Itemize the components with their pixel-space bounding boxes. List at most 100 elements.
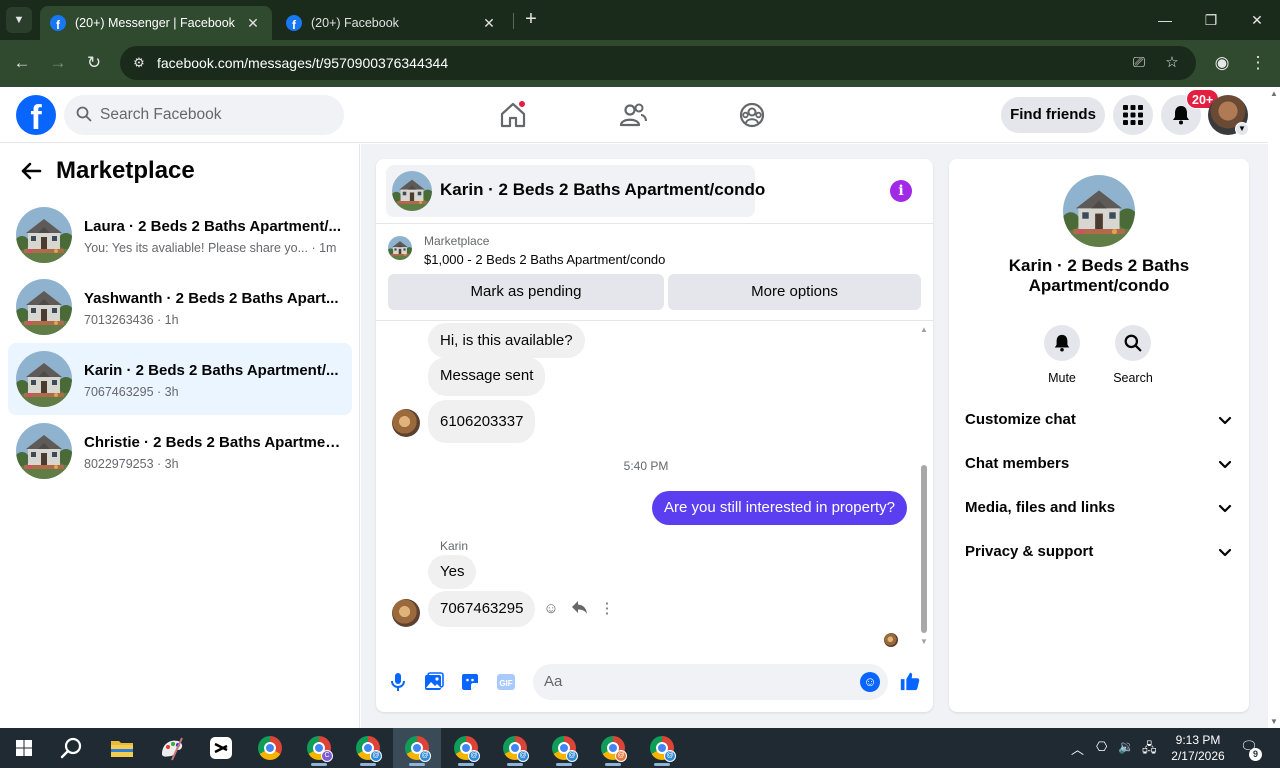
chrome-profile-icon[interactable]: @ <box>599 734 627 762</box>
reload-icon[interactable]: ↻ <box>82 51 106 75</box>
message-input[interactable]: Aa ☺ <box>533 664 888 700</box>
listing-title[interactable]: $1,000 - 2 Beds 2 Baths Apartment/condo <box>424 252 665 267</box>
search-icon[interactable] <box>58 734 86 762</box>
mark-as-pending-button[interactable]: Mark as pending <box>388 274 664 310</box>
paint-app-icon[interactable] <box>158 734 186 762</box>
new-tab-button[interactable]: + <box>520 8 542 30</box>
tab-close-icon[interactable]: ✕ <box>244 15 262 32</box>
search-icon <box>1115 325 1151 361</box>
minimize-icon[interactable]: — <box>1150 8 1180 32</box>
conversation-info-panel: Karin · 2 Beds 2 Baths Apartment/condo M… <box>949 159 1249 712</box>
back-icon[interactable]: ← <box>10 51 34 75</box>
chrome-profile-icon[interactable]: @ <box>648 734 676 762</box>
chrome-profile-icon[interactable]: @ <box>354 734 382 762</box>
mute-button[interactable]: Mute <box>1032 325 1092 385</box>
message-composer: GIF Aa ☺ <box>376 659 933 705</box>
page-scrollbar[interactable]: ▲ ▼ <box>1268 87 1280 728</box>
conversation-item[interactable]: Laura · 2 Beds 2 Baths Apartment/... You:… <box>8 199 352 271</box>
scroll-thumb[interactable] <box>921 465 927 633</box>
message-bubble[interactable]: Yes <box>428 555 477 589</box>
show-hidden-icons-icon[interactable]: ︿ <box>1071 739 1084 758</box>
forward-icon[interactable]: → <box>46 51 70 75</box>
chevron-down-icon[interactable]: ▼ <box>1235 122 1249 136</box>
info-section-chat-members[interactable]: Chat members <box>957 442 1241 486</box>
chat-scrollbar[interactable]: ▲ ▼ <box>919 325 929 647</box>
search-box[interactable]: Search Facebook <box>64 95 344 135</box>
message-bubble[interactable]: Hi, is this available? <box>428 323 585 358</box>
network-icon[interactable]: 🖧 <box>1142 739 1157 761</box>
scroll-down-icon[interactable]: ▼ <box>919 637 929 647</box>
clock[interactable]: 9:13 PM 2/17/2026 <box>1160 732 1236 764</box>
tab-facebook[interactable]: f (20+) Facebook ✕ <box>276 6 508 40</box>
listing-thumbnail <box>388 236 412 260</box>
browser-menu-icon[interactable]: ⋮ <box>1246 51 1270 75</box>
message-bubble[interactable]: Are you still interested in property? <box>652 491 907 525</box>
chat-header[interactable]: Karin · 2 Beds 2 Baths Apartment/condo <box>386 165 765 217</box>
emoji-icon[interactable]: ☺ <box>860 672 880 692</box>
info-section-privacy-support[interactable]: Privacy & support <box>957 530 1241 574</box>
facebook-favicon-icon: f <box>50 15 66 31</box>
message-bubble[interactable]: Message sent <box>428 357 546 396</box>
tab-separator <box>513 13 514 29</box>
scroll-up-icon[interactable]: ▲ <box>919 325 929 335</box>
avatar[interactable] <box>392 409 420 437</box>
tab-messenger[interactable]: f (20+) Messenger | Facebook ✕ <box>40 6 272 40</box>
address-bar[interactable]: ⚙ facebook.com/messages/t/95709003763443… <box>120 46 1196 80</box>
bookmark-star-icon[interactable]: ☆ <box>1162 53 1182 73</box>
thumbs-up-icon[interactable] <box>899 670 923 694</box>
mute-label: Mute <box>1048 371 1076 385</box>
info-icon[interactable]: i <box>890 180 912 202</box>
capcut-icon[interactable] <box>207 734 235 762</box>
chevron-down-icon <box>1217 500 1233 516</box>
search-conversation-button[interactable]: Search <box>1103 325 1163 385</box>
tab-close-icon[interactable]: ✕ <box>480 15 498 32</box>
sticker-icon[interactable] <box>459 671 481 693</box>
groups-nav-icon[interactable] <box>736 99 768 131</box>
more-options-button[interactable]: More options <box>668 274 921 310</box>
running-indicator <box>311 763 327 766</box>
reply-icon[interactable] <box>570 600 588 618</box>
scroll-down-icon[interactable]: ▼ <box>1270 717 1278 726</box>
restore-icon[interactable]: ❐ <box>1196 8 1226 32</box>
sender-name: Karin <box>440 539 469 553</box>
chrome-profile-icon[interactable]: C <box>305 734 333 762</box>
photo-icon[interactable] <box>423 671 445 693</box>
find-friends-button[interactable]: Find friends <box>1001 97 1105 133</box>
conversation-name: Laura · 2 Beds 2 Baths Apartment/... <box>84 218 342 235</box>
chrome-profile-icon[interactable]: @ <box>550 734 578 762</box>
volume-icon[interactable]: 🔉 <box>1118 739 1134 755</box>
install-app-icon[interactable]: ⎚ <box>1129 53 1149 73</box>
message-bubble[interactable]: 6106203337 <box>428 400 536 443</box>
windows-start-icon[interactable] <box>10 734 38 762</box>
tab-search-button[interactable]: ▼ <box>6 7 32 33</box>
menu-grid-button[interactable] <box>1113 95 1153 135</box>
search-input[interactable]: Search Facebook <box>100 106 222 124</box>
conversation-item[interactable]: Yashwanth · 2 Beds 2 Baths Apart... 70132… <box>8 271 352 343</box>
more-actions-icon[interactable]: ⋮ <box>598 600 616 618</box>
profile-icon[interactable]: ◉ <box>1210 51 1234 75</box>
home-nav-icon[interactable] <box>497 99 529 131</box>
profile-badge: @ <box>468 750 480 762</box>
conversation-item[interactable]: Christie · 2 Beds 2 Baths Apartmen... 802… <box>8 415 352 487</box>
scroll-up-icon[interactable]: ▲ <box>1270 89 1278 98</box>
close-window-icon[interactable]: ✕ <box>1242 8 1272 32</box>
chrome-profile-icon[interactable]: @ <box>501 734 529 762</box>
gif-icon[interactable]: GIF <box>495 671 517 693</box>
back-arrow-icon[interactable] <box>20 160 44 184</box>
meet-now-icon[interactable]: ⎔ <box>1096 739 1107 755</box>
conversation-item[interactable]: Karin · 2 Beds 2 Baths Apartment/... 7067… <box>8 343 352 415</box>
info-section-media-files-and-links[interactable]: Media, files and links <box>957 486 1241 530</box>
message-bubble[interactable]: 7067463295 <box>428 591 536 627</box>
chrome-profile-icon[interactable]: @ <box>403 734 431 762</box>
chrome-profile-icon[interactable]: @ <box>452 734 480 762</box>
microphone-icon[interactable] <box>387 671 409 693</box>
avatar[interactable] <box>392 599 420 627</box>
info-section-customize-chat[interactable]: Customize chat <box>957 398 1241 442</box>
file-explorer-icon[interactable] <box>108 734 136 762</box>
url-text[interactable]: facebook.com/messages/t/9570900376344344 <box>157 55 448 71</box>
facebook-logo-icon[interactable]: f <box>16 95 56 135</box>
friends-nav-icon[interactable] <box>617 99 649 131</box>
site-info-icon[interactable]: ⚙ <box>130 54 148 72</box>
chrome-icon[interactable] <box>256 734 284 762</box>
react-icon[interactable]: ☺ <box>542 600 560 618</box>
